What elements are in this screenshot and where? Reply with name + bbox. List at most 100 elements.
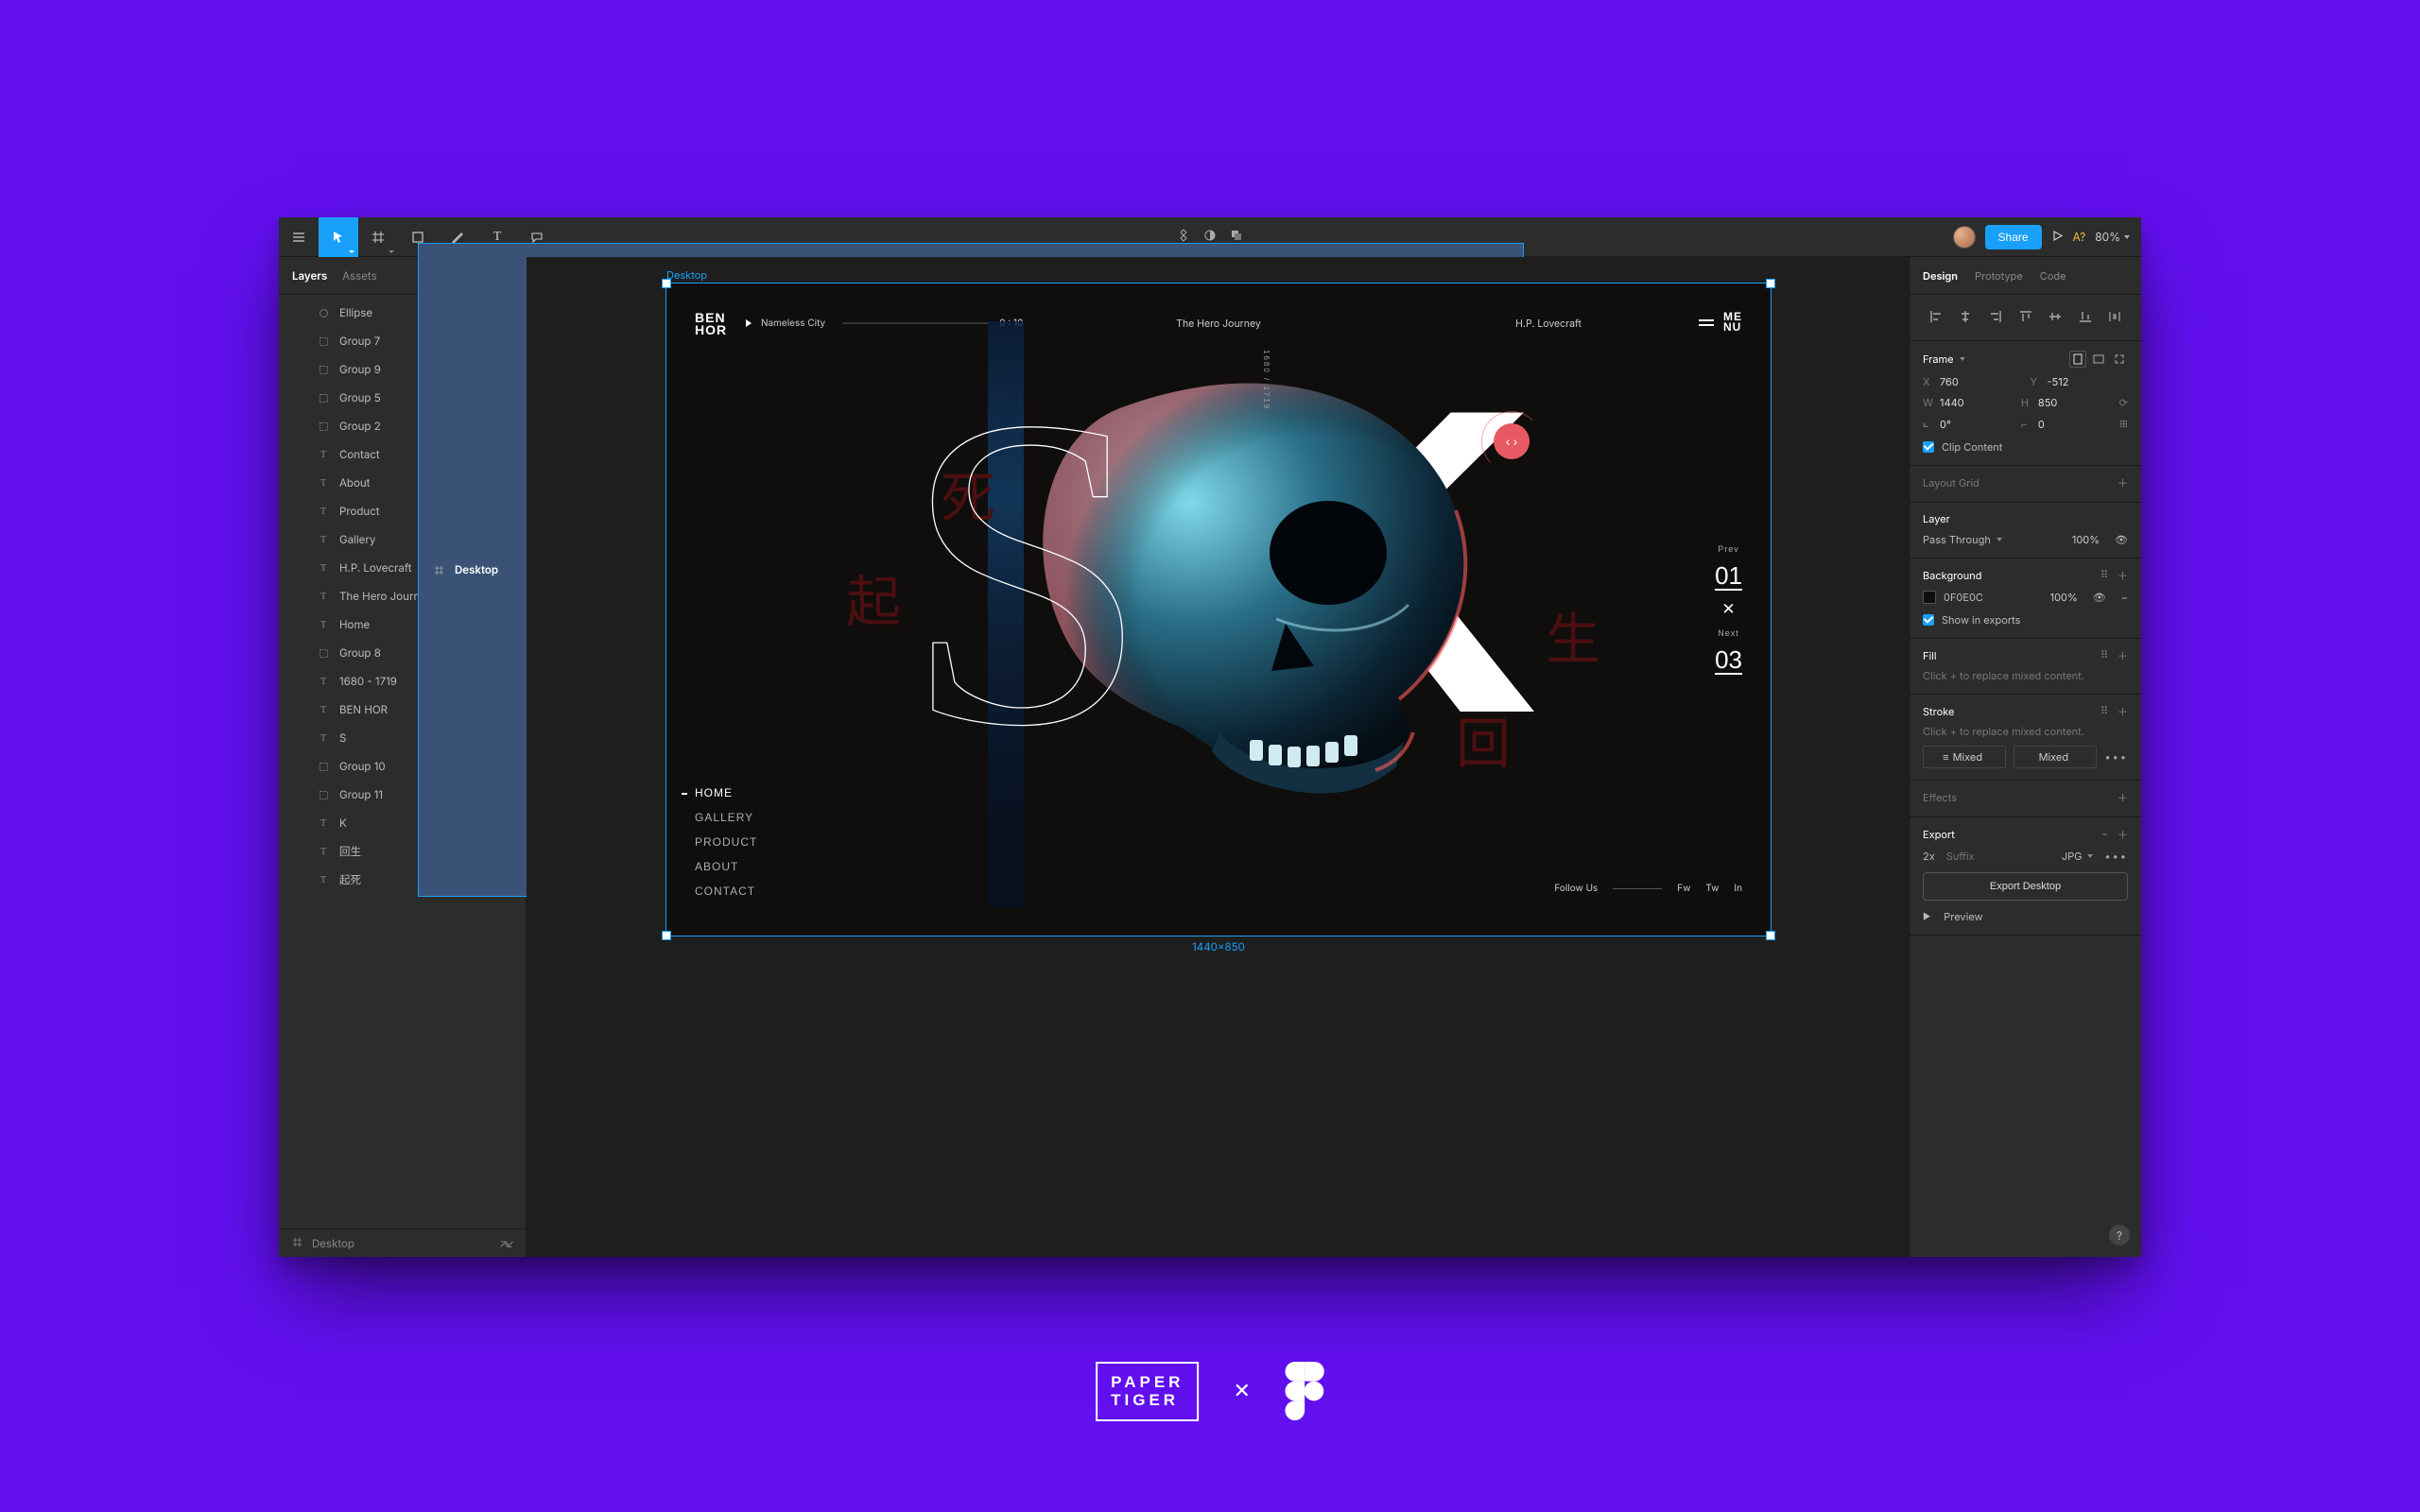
align-section	[1910, 295, 2141, 341]
layer-label: Group 5	[339, 391, 381, 404]
tab-prototype[interactable]: Prototype	[1975, 269, 2023, 283]
radius-field[interactable]: ⌐0	[2021, 417, 2110, 431]
tab-code[interactable]: Code	[2040, 269, 2066, 283]
cjk-char-1: 起	[846, 558, 901, 637]
bg-visibility-icon[interactable]: 👁	[2093, 591, 2106, 604]
text-icon: T	[317, 705, 330, 715]
export-more-icon[interactable]: •••	[2104, 850, 2128, 863]
frame-name-label[interactable]: Desktop	[666, 268, 707, 282]
w-field[interactable]: W1440	[1923, 396, 2012, 409]
remove-export-icon[interactable]: −	[2101, 827, 2108, 842]
text-icon: T	[317, 620, 330, 630]
left-panel-footer[interactable]: Desktop ↗↙	[279, 1228, 526, 1257]
selection-handle[interactable]	[1767, 932, 1774, 939]
frame-tool[interactable]	[358, 217, 398, 257]
design-frame[interactable]: BENHOR Nameless City 0 : 10 The Hero Jou…	[666, 284, 1771, 936]
layer-label: 回生	[339, 844, 361, 859]
align-top[interactable]	[2013, 304, 2039, 329]
h-field[interactable]: H850	[2021, 396, 2110, 409]
frame-type-dropdown[interactable]: Frame	[1923, 352, 1965, 366]
zoom-control[interactable]: 80%	[2095, 230, 2130, 244]
export-scale[interactable]: 2x	[1923, 850, 1935, 863]
orientation-landscape[interactable]	[2090, 351, 2107, 368]
layer-label: 1680 - 1719	[339, 675, 397, 688]
style-icon[interactable]: ⠿	[2100, 568, 2108, 583]
stroke-section: Stroke ⠿＋ Click + to replace mixed conte…	[1910, 695, 2141, 781]
stroke-style-icon[interactable]: ⠿	[2100, 704, 2108, 719]
canvas[interactable]: Desktop BENHOR Nameless City 0 : 10 The …	[527, 257, 1909, 1257]
independent-corners-icon[interactable]: ⊞	[2119, 417, 2128, 431]
add-export-icon[interactable]: ＋	[2118, 827, 2128, 842]
frame-icon	[292, 1237, 302, 1250]
clip-content-checkbox[interactable]: Clip Content	[1923, 440, 2128, 454]
help-button[interactable]: ?	[2109, 1225, 2130, 1246]
menu-button[interactable]	[279, 217, 319, 257]
align-right[interactable]	[1982, 304, 2009, 329]
align-bottom[interactable]	[2072, 304, 2099, 329]
add-bg-icon[interactable]: ＋	[2118, 568, 2128, 583]
add-stroke-icon[interactable]: ＋	[2118, 704, 2128, 719]
remove-bg-icon[interactable]: −	[2121, 591, 2128, 604]
rotation-field[interactable]: ⟀0°	[1923, 417, 2012, 431]
align-left[interactable]	[1923, 304, 1949, 329]
selection-handle[interactable]	[1767, 280, 1774, 287]
export-format-dropdown[interactable]: JPG	[2062, 850, 2094, 863]
layer-row[interactable]: Desktop	[419, 295, 526, 896]
add-effect-icon[interactable]: ＋	[2118, 790, 2128, 805]
text-icon: T	[317, 478, 330, 489]
group-icon	[317, 790, 330, 800]
resize-to-fit[interactable]	[2111, 351, 2128, 368]
stroke-align-field[interactable]: ≡Mixed	[1923, 746, 2006, 768]
bg-swatch[interactable]	[1923, 591, 1936, 604]
tab-layers[interactable]: Layers	[292, 269, 327, 283]
big-letter-s: S	[903, 350, 1140, 794]
text-icon: T	[317, 875, 330, 885]
frame-section: Frame X760 Y-512 W1440 H850 ⟳	[1910, 341, 2141, 466]
group-icon	[317, 762, 330, 772]
visibility-icon[interactable]: 👁	[2115, 533, 2128, 546]
layer-label: About	[339, 476, 370, 490]
missing-fonts-icon[interactable]: A?	[2073, 230, 2086, 244]
share-button[interactable]: Share	[1985, 225, 2042, 249]
tab-design[interactable]: Design	[1923, 269, 1958, 283]
stroke-width-field[interactable]: Mixed	[2014, 746, 2097, 768]
text-icon: T	[317, 450, 330, 460]
align-hcenter[interactable]	[1953, 304, 1979, 329]
group-icon	[317, 421, 330, 432]
boolean-icon[interactable]	[1230, 229, 1243, 245]
bg-opacity[interactable]: 100%	[2050, 591, 2078, 604]
tab-assets[interactable]: Assets	[342, 269, 377, 283]
show-in-exports-checkbox[interactable]: Show in exports	[1923, 613, 2128, 627]
layer-label: Group 9	[339, 363, 381, 376]
export-preview-toggle[interactable]: Preview	[1944, 910, 1982, 923]
layer-tree: DesktopEllipseGroup 7Group 9Group 5Group…	[279, 295, 526, 1228]
layer-opacity[interactable]: 100%	[2072, 533, 2100, 546]
stroke-more-icon[interactable]: •••	[2104, 750, 2128, 764]
x-field[interactable]: X760	[1923, 375, 2021, 388]
ellipse-icon	[317, 308, 330, 318]
constrain-icon[interactable]: ⟳	[2119, 396, 2128, 409]
add-grid-icon[interactable]: ＋	[2118, 475, 2128, 490]
present-icon[interactable]	[2051, 230, 2064, 245]
export-suffix-label[interactable]: Suffix	[1946, 850, 1975, 863]
avatar[interactable]	[1953, 226, 1976, 249]
mask-icon[interactable]	[1203, 229, 1217, 245]
align-vcenter[interactable]	[2042, 304, 2068, 329]
y-field[interactable]: Y-512	[2031, 375, 2129, 388]
export-button[interactable]: Export Desktop	[1923, 872, 2128, 901]
text-icon: T	[317, 535, 330, 545]
distribute[interactable]	[2101, 304, 2128, 329]
fill-style-icon[interactable]: ⠿	[2100, 648, 2108, 663]
move-tool[interactable]	[319, 217, 358, 257]
component-icon[interactable]	[1177, 229, 1190, 245]
side-nav-item: GALLERY	[695, 811, 757, 824]
selection-handle[interactable]	[663, 280, 670, 287]
menu-icon	[1699, 319, 1714, 326]
selection-handle[interactable]	[663, 932, 670, 939]
orientation-portrait[interactable]	[2069, 351, 2086, 368]
blend-mode-dropdown[interactable]: Pass Through	[1923, 533, 2002, 546]
layout-grid-section: Layout Grid ＋	[1910, 466, 2141, 503]
bg-hex[interactable]: 0F0E0C	[1944, 591, 1983, 604]
toolbar-center-tools	[1177, 229, 1243, 245]
add-fill-icon[interactable]: ＋	[2118, 648, 2128, 663]
